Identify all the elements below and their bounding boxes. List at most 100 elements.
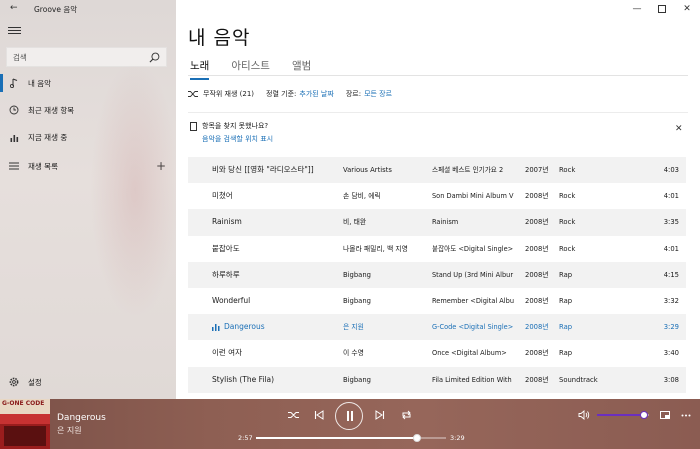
sidebar-item-settings[interactable]: 설정	[0, 369, 176, 395]
now-playing-title[interactable]: Dangerous	[57, 413, 106, 423]
show-music-location-link[interactable]: 음악을 검색할 위치 표시	[202, 134, 273, 144]
song-album[interactable]: Rainism	[432, 209, 514, 235]
tab-albums[interactable]: 앨범	[292, 58, 311, 74]
song-row[interactable]: Wonderful Bigbang Remember <Digital Albu 20…	[188, 288, 686, 314]
song-title: 하루하루	[212, 269, 240, 279]
song-row[interactable]: 이런 여자 이 수영 Once <Digital Album> 2008년 Rap 3:4…	[188, 340, 686, 366]
song-artist[interactable]: Various Artists	[343, 157, 423, 183]
song-album[interactable]: 붙잡아도 <Digital Single>	[432, 236, 514, 262]
song-row[interactable]: 붙잡아도 나몰라 패밀리, 백 지영 붙잡아도 <Digital Single> 20…	[188, 236, 686, 262]
total-time: 3:29	[450, 434, 465, 442]
song-row[interactable]: Dangerous 은 지원 G-Code <Digital Single> 2008…	[188, 314, 686, 341]
song-genre[interactable]: Rock	[559, 157, 619, 183]
sort-dropdown[interactable]: 추가된 날짜	[299, 89, 333, 99]
seek-bar[interactable]	[256, 434, 446, 442]
song-artist[interactable]: 이 수영	[343, 340, 423, 366]
sort-label: 정렬 기준:	[266, 90, 297, 98]
next-icon[interactable]	[373, 408, 387, 422]
filter-bar: 무작위 재생 (21) 정렬 기준: 추가된 날짜 장르: 모든 장르	[188, 88, 392, 100]
song-row[interactable]: Rainism 비, 태완 Rainism 2008년 Rock 3:35	[188, 209, 686, 236]
song-title: 이런 여자	[212, 348, 242, 358]
song-duration: 3:08	[663, 375, 679, 384]
song-artist[interactable]: 손 담비, 에릭	[343, 183, 423, 209]
song-artist[interactable]: Bigbang	[343, 367, 423, 393]
maximize-icon[interactable]	[655, 3, 669, 15]
song-album[interactable]: Remember <Digital Albu	[432, 288, 514, 314]
song-year: 2008년	[525, 349, 549, 358]
song-row[interactable]: 비와 당신 [[영화 "라디오스타"]] Various Artists 스페셜 베…	[188, 157, 686, 184]
song-genre[interactable]: Rap	[559, 340, 619, 366]
hamburger-menu-icon[interactable]	[8, 25, 21, 37]
song-genre[interactable]: Rap	[559, 314, 619, 340]
song-genre[interactable]: Rock	[559, 183, 619, 209]
song-genre[interactable]: Soundtrack	[559, 367, 619, 393]
shuffle-all-button[interactable]: 무작위 재생 (21)	[203, 89, 254, 99]
song-title: 붙잡아도	[212, 243, 240, 253]
sidebar-item-my-music[interactable]: 내 음악	[0, 70, 176, 96]
sidebar-item-playlists[interactable]: 재생 목록 +	[0, 153, 176, 179]
song-album[interactable]: Stand Up (3rd Mini Albur	[432, 262, 514, 288]
song-row[interactable]: 하루하루 Bigbang Stand Up (3rd Mini Albur 2008년…	[188, 261, 686, 288]
volume-icon[interactable]	[577, 408, 591, 422]
tab-songs[interactable]: 노래	[190, 58, 210, 80]
search-icon[interactable]	[149, 52, 160, 63]
close-icon[interactable]: ✕	[680, 3, 694, 15]
seek-bar-thumb[interactable]	[412, 434, 421, 442]
volume-thumb[interactable]	[639, 411, 648, 419]
cover-text: G-ONE CODE	[2, 400, 45, 407]
sidebar-item-recent[interactable]: 최근 재생 항목	[0, 97, 176, 123]
song-artist[interactable]: Bigbang	[343, 262, 423, 288]
song-row[interactable]: Stylish (The Fila) Bigbang Fila Limited Ed…	[188, 366, 686, 393]
song-year: 2008년	[525, 323, 549, 332]
close-hint-icon[interactable]: ✕	[675, 125, 684, 134]
song-year: 2008년	[525, 296, 549, 305]
now-playing-artist[interactable]: 은 지원	[57, 425, 82, 436]
song-title: Wonderful	[212, 295, 251, 305]
previous-icon[interactable]	[312, 408, 326, 422]
divider	[188, 75, 688, 76]
mini-player-icon[interactable]	[658, 408, 672, 422]
shuffle-icon[interactable]	[286, 408, 300, 422]
song-year: 2008년	[525, 270, 549, 279]
song-duration: 4:03	[663, 166, 679, 174]
song-genre[interactable]: Rock	[559, 209, 619, 235]
sidebar-item-now-playing[interactable]: 지금 재생 중	[0, 124, 176, 150]
sidebar-item-label: 최근 재생 항목	[28, 105, 75, 115]
tab-artists[interactable]: 아티스트	[231, 58, 270, 74]
volume-slider[interactable]	[597, 411, 649, 419]
song-genre[interactable]: Rap	[559, 262, 619, 288]
search-input[interactable]	[13, 51, 143, 64]
song-artist[interactable]: 비, 태완	[343, 209, 423, 235]
song-album[interactable]: G-Code <Digital Single>	[432, 314, 514, 340]
song-title: 비와 당신 [[영화 "라디오스타"]]	[212, 165, 314, 174]
repeat-icon[interactable]	[399, 408, 413, 422]
genre-dropdown[interactable]: 모든 장르	[364, 89, 392, 99]
song-album[interactable]: Fila Limited Edition With	[432, 367, 514, 393]
song-genre[interactable]: Rap	[559, 288, 619, 314]
song-genre[interactable]: Rock	[559, 236, 619, 262]
song-duration: 3:40	[663, 349, 679, 358]
add-playlist-icon[interactable]: +	[156, 160, 166, 172]
page-title: 내 음악	[188, 27, 251, 49]
song-duration: 4:15	[663, 270, 679, 279]
volume-fill	[597, 414, 644, 416]
music-note-icon	[9, 78, 19, 88]
genre-label: 장르:	[345, 90, 362, 98]
song-album[interactable]: Son Dambi Mini Album V	[432, 183, 514, 209]
divider	[188, 112, 688, 113]
song-artist[interactable]: Bigbang	[343, 288, 423, 314]
song-row[interactable]: 미쳤어 손 담비, 에릭 Son Dambi Mini Album V 2008년 Ro…	[188, 183, 686, 209]
song-year: 2008년	[525, 375, 549, 384]
song-artist[interactable]: 나몰라 패밀리, 백 지영	[343, 236, 423, 262]
song-album[interactable]: Once <Digital Album>	[432, 340, 514, 366]
gear-icon	[9, 377, 19, 387]
minimize-icon[interactable]: —	[630, 3, 644, 15]
album-cover[interactable]: G-ONE CODE	[0, 399, 50, 449]
player-bar: G-ONE CODE Dangerous 은 지원 2:57 3:29	[0, 399, 700, 449]
back-arrow-icon[interactable]: ←	[10, 2, 22, 14]
song-album[interactable]: 스페셜 베스트 인기가요 2	[432, 157, 514, 183]
pause-button[interactable]	[335, 402, 363, 430]
more-options-icon[interactable]	[679, 408, 693, 422]
shuffle-icon[interactable]	[188, 90, 198, 98]
song-artist[interactable]: 은 지원	[343, 314, 423, 340]
